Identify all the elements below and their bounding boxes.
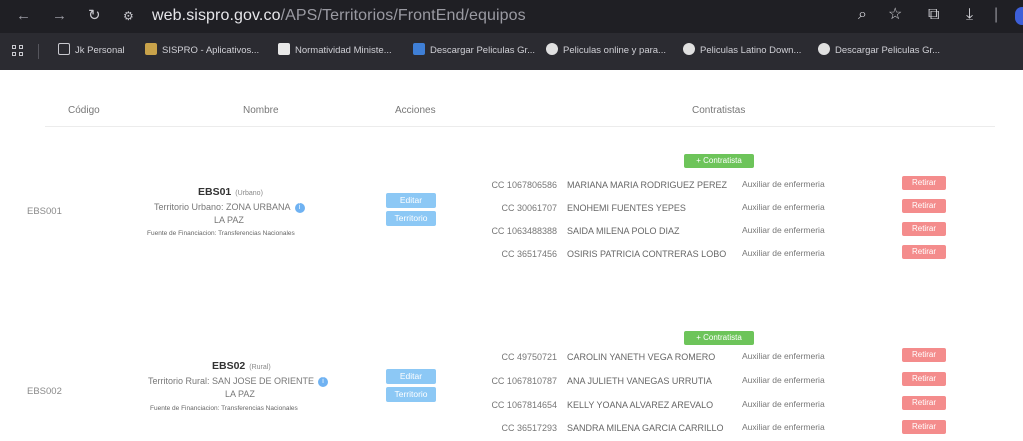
remove-contractor-button[interactable]: Retirar (902, 372, 946, 386)
back-icon[interactable]: ← (16, 7, 31, 25)
browser-toolbar: ← → ↻ ⚙ web.sispro.gov.co/APS/Territorio… (0, 0, 1023, 33)
funding-source: Fuente de Financiacion: Transferencias N… (147, 230, 295, 237)
header-codigo: Código (68, 105, 100, 116)
contractor-id: CC 1067806586 (491, 180, 557, 190)
bookmarks-bar: Jk Personal SISPRO - Aplicativos... Norm… (0, 33, 1023, 70)
team-id: EBS01 (198, 186, 232, 198)
contractor-name: SAIDA MILENA POLO DIAZ (567, 226, 680, 236)
contractor-name: MARIANA MARIA RODRIGUEZ PEREZ (567, 180, 728, 190)
add-contractor-button[interactable]: + Contratista (684, 154, 754, 168)
remove-contractor-button[interactable]: Retirar (902, 348, 946, 362)
extensions-icon[interactable]: ⧉ (928, 6, 939, 24)
globe-icon (818, 43, 830, 55)
bookmark-item[interactable]: SISPRO - Aplicativos... (145, 43, 259, 59)
team-code: EBS002 (27, 386, 62, 397)
bookmark-label: SISPRO - Aplicativos... (162, 45, 260, 56)
contractor-name: ENOHEMI FUENTES YEPES (567, 203, 686, 213)
bookmark-item[interactable]: Descargar Peliculas Gr... (413, 43, 535, 59)
contractor-id: CC 30061707 (501, 203, 557, 213)
remove-contractor-button[interactable]: Retirar (902, 222, 946, 236)
contractor-name: OSIRIS PATRICIA CONTRERAS LOBO (567, 249, 727, 259)
contractor-id: CC 1063488388 (491, 226, 557, 236)
edit-button[interactable]: Editar (386, 193, 436, 208)
site-settings-icon[interactable]: ⚙ (123, 7, 134, 25)
territory-name: Territorio Urbano: ZONA URBANA (154, 202, 291, 212)
edit-button[interactable]: Editar (386, 369, 436, 384)
contractor-role: Auxiliar de enfermeria (742, 179, 825, 189)
contractor-role: Auxiliar de enfermeria (742, 248, 825, 258)
globe-icon (683, 43, 695, 55)
address-bar[interactable]: web.sispro.gov.co/APS/Territorios/FrontE… (152, 7, 526, 25)
municipality: LA PAZ (225, 389, 255, 399)
bookmark-label: Descargar Peliculas Gr... (835, 45, 941, 56)
contractor-name: CAROLIN YANETH VEGA ROMERO (567, 352, 716, 362)
team-type: (Urbano) (235, 190, 263, 197)
bookmark-label: Jk Personal (75, 45, 125, 56)
folder-icon (58, 43, 70, 55)
apps-grid-icon[interactable] (12, 45, 24, 57)
team-title: EBS01 (Urbano) (198, 186, 263, 198)
normatividad-icon (278, 43, 290, 55)
bookmark-item[interactable]: Peliculas online y para... (546, 43, 666, 59)
contractor-id: CC 36517456 (501, 249, 557, 259)
remove-contractor-button[interactable]: Retirar (902, 420, 946, 434)
contractor-id: CC 1067814654 (491, 400, 557, 410)
bookmark-item[interactable]: Normatividad Ministe... (278, 43, 392, 59)
info-icon[interactable]: i (294, 203, 305, 213)
url-path: /APS/Territorios/FrontEnd/equipos (280, 7, 526, 24)
team-code: EBS001 (27, 206, 62, 217)
divider-icon: | (994, 6, 999, 23)
header-divider (45, 126, 995, 127)
forward-icon[interactable]: → (52, 7, 67, 25)
territory-line: Territorio Urbano: ZONA URBANA i (154, 202, 305, 213)
download-icon[interactable]: ⤓ (966, 6, 973, 24)
contractor-role: Auxiliar de enfermeria (742, 202, 825, 212)
add-contractor-button[interactable]: + Contratista (684, 331, 754, 345)
bookmark-item[interactable]: Jk Personal (58, 43, 125, 59)
contractor-id: CC 36517293 (501, 423, 557, 433)
territory-button[interactable]: Territorio (386, 387, 436, 402)
bookmark-item[interactable]: Peliculas Latino Down... (683, 43, 801, 59)
contractor-role: Auxiliar de enfermeria (742, 422, 825, 432)
info-icon[interactable]: i (318, 377, 329, 387)
funding-source: Fuente de Financiacion: Transferencias N… (150, 405, 298, 412)
contractor-id: CC 1067810787 (491, 376, 557, 386)
url-host: web.sispro.gov.co (152, 7, 281, 24)
territory-line: Territorio Rural: SAN JOSE DE ORIENTE i (148, 376, 329, 387)
profile-avatar[interactable] (1015, 7, 1023, 25)
contractor-name: SANDRA MILENA GARCIA CARRILLO (567, 423, 724, 433)
header-contratistas: Contratistas (692, 105, 746, 116)
remove-contractor-button[interactable]: Retirar (902, 176, 946, 190)
contractor-role: Auxiliar de enfermeria (742, 225, 825, 235)
bookmarks-separator (38, 44, 39, 59)
remove-contractor-button[interactable]: Retirar (902, 199, 946, 213)
sispro-icon (145, 43, 157, 55)
contractor-name: ANA JULIETH VANEGAS URRUTIA (567, 376, 712, 386)
contractor-role: Auxiliar de enfermeria (742, 375, 825, 385)
remove-contractor-button[interactable]: Retirar (902, 245, 946, 259)
team-id: EBS02 (212, 360, 246, 372)
contractor-id: CC 49750721 (501, 352, 557, 362)
municipality: LA PAZ (214, 215, 244, 225)
territory-name: Territorio Rural: SAN JOSE DE ORIENTE (148, 376, 315, 386)
contractor-role: Auxiliar de enfermeria (742, 351, 825, 361)
territory-button[interactable]: Territorio (386, 211, 436, 226)
bookmark-item[interactable]: Descargar Peliculas Gr... (818, 43, 940, 59)
contractor-name: KELLY YOANA ALVAREZ AREVALO (567, 400, 714, 410)
bookmark-label: Peliculas online y para... (563, 45, 666, 56)
team-type: (Rural) (249, 364, 271, 371)
contractor-role: Auxiliar de enfermeria (742, 399, 825, 409)
bookmark-label: Normatividad Ministe... (295, 45, 392, 56)
reload-icon[interactable]: ↻ (88, 7, 101, 25)
header-nombre: Nombre (243, 105, 279, 116)
search-icon[interactable]: ⌕ (858, 6, 867, 24)
remove-contractor-button[interactable]: Retirar (902, 396, 946, 410)
globe-icon (546, 43, 558, 55)
header-acciones: Acciones (395, 105, 436, 116)
team-title: EBS02 (Rural) (212, 360, 271, 372)
movies-icon (413, 43, 425, 55)
bookmark-label: Peliculas Latino Down... (700, 45, 802, 56)
bookmark-star-icon[interactable]: ☆ (888, 6, 902, 24)
bookmark-label: Descargar Peliculas Gr... (430, 45, 536, 56)
